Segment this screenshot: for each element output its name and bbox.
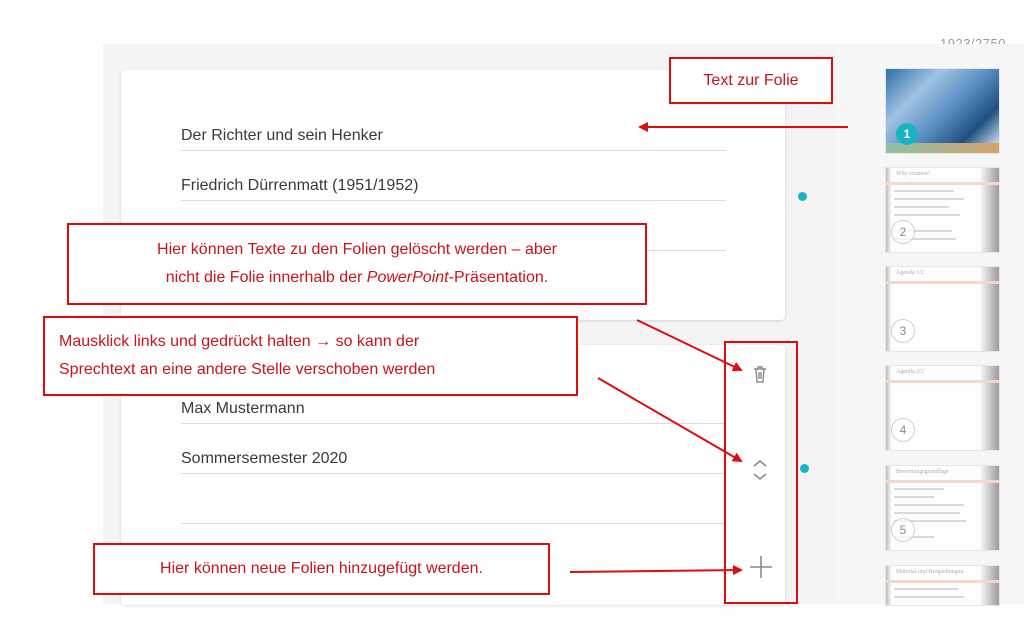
slide-thumbnail-3[interactable]: Agenda 1/2 3 (885, 266, 1000, 352)
callout-line-2: Sprechtext an eine andere Stelle verscho… (59, 361, 436, 378)
thumbnail-title: Why examen? (896, 171, 931, 177)
thumbnail-title: Bewertungsgrundlage (896, 469, 949, 475)
callout-line-2: nicht die Folie innerhalb der PowerPoint… (69, 264, 645, 292)
slide-number-badge: 4 (891, 418, 915, 442)
slide-text-field-empty-2[interactable] (181, 495, 726, 524)
trash-icon[interactable] (752, 364, 768, 384)
slide-link-dot-2 (800, 464, 809, 473)
thumbnail-title: Agenda 2/2 (896, 369, 924, 375)
slide-semester-field[interactable]: Sommersemester 2020 (181, 445, 726, 474)
slide-thumbnail-5[interactable]: Bewertungsgrundlage 5 (885, 465, 1000, 551)
callout-line-2-post: -Präsentation. (448, 269, 549, 286)
callout-text: Hier können neue Folien hinzugefügt werd… (160, 560, 483, 577)
callout-add-slide: Hier können neue Folien hinzugefügt werd… (93, 543, 550, 595)
callout-text: Text zur Folie (703, 72, 799, 89)
slide-number-badge: 2 (891, 220, 915, 244)
callout-delete-text: Hier können Texte zu den Folien gelöscht… (67, 223, 647, 305)
thumbnail-title: Material und Bezgsebungen (896, 569, 964, 575)
slide-thumbnail-6[interactable]: Material und Bezgsebungen 6 (885, 565, 1000, 606)
slide-title-field[interactable]: Der Richter und sein Henker (181, 122, 726, 151)
callout-line-1: Hier können Texte zu den Folien gelöscht… (157, 241, 557, 258)
slide-author-field[interactable]: Max Mustermann (181, 395, 726, 424)
callout-line-2-pre: nicht die Folie innerhalb der (165, 269, 367, 286)
slide-thumbnail-4[interactable]: Agenda 2/2 4 (885, 365, 1000, 451)
callout-line-2-em: PowerPoint (366, 269, 449, 286)
chevron-updown-icon[interactable] (751, 458, 769, 482)
slide-number-badge: 5 (891, 518, 915, 542)
slide-thumbnail-2[interactable]: Why examen? 2 (885, 167, 1000, 253)
slide-subtitle-field[interactable]: Friedrich Dürrenmatt (1951/1952) (181, 172, 726, 201)
thumbnail-title: Agenda 1/2 (896, 270, 924, 276)
slide-number-badge: 1 (896, 123, 918, 145)
plus-icon[interactable] (749, 555, 773, 579)
callout-line-1: Mausklick links und gedrückt halten → so… (59, 333, 420, 350)
callout-drag-text: Mausklick links und gedrückt halten → so… (43, 316, 578, 396)
slide-thumbnail-1[interactable]: 1 (885, 68, 1000, 154)
callout-text-zur-folie: Text zur Folie (669, 57, 833, 104)
slide-link-dot-1 (798, 192, 807, 201)
slide-number-badge: 3 (891, 319, 915, 343)
